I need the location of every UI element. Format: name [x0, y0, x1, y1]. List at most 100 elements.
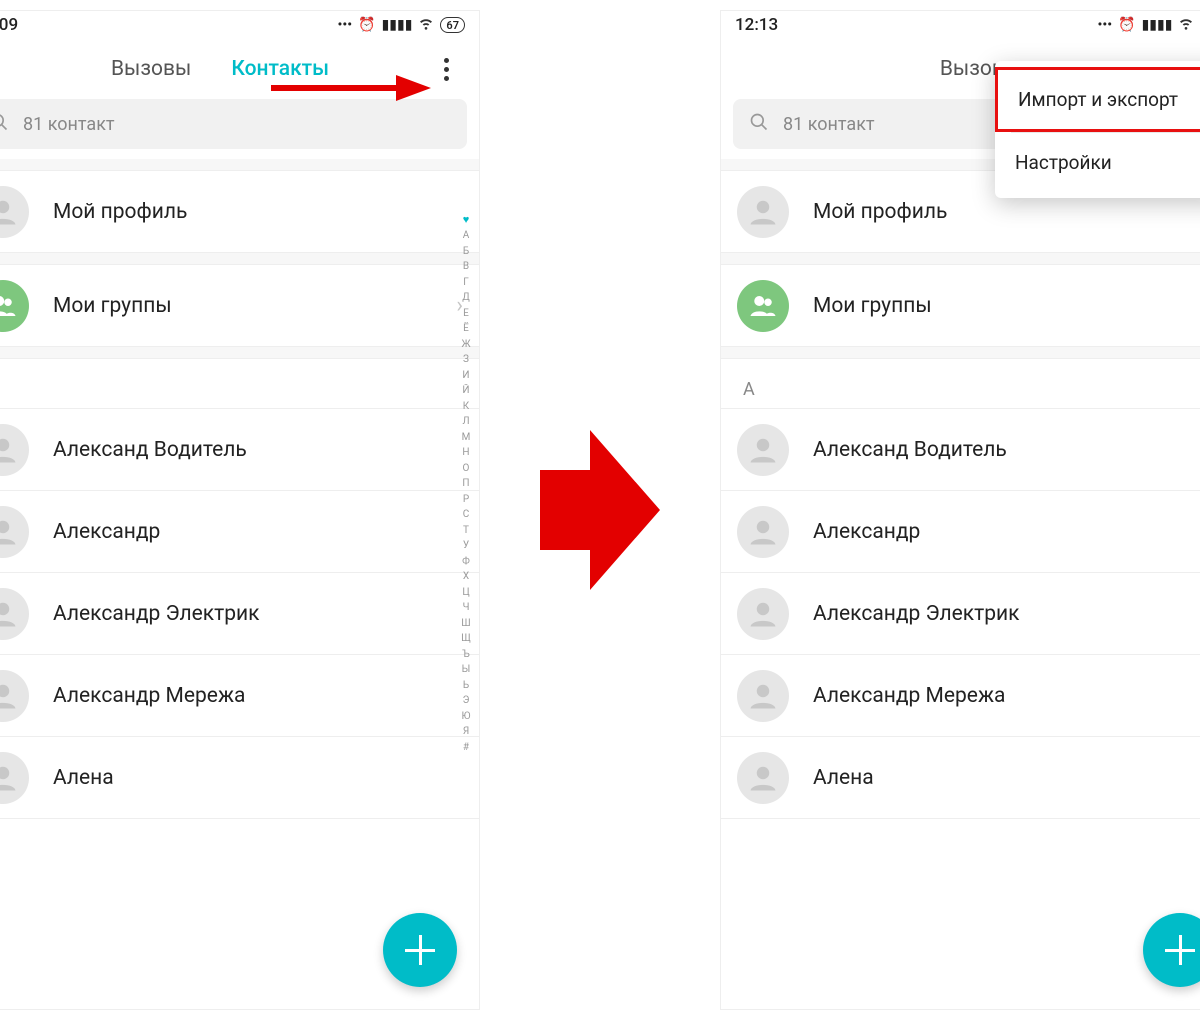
index-letter[interactable]: Э [463, 693, 470, 709]
phone-screen-left: 11:09 ••• ⏰ ▮▮▮▮ 67 Вызовы Контакты [0, 10, 480, 1010]
contact-row[interactable]: Александр [721, 491, 1200, 573]
avatar-profile [737, 186, 789, 238]
index-letter[interactable]: Я [463, 724, 469, 740]
search-bar[interactable]: 81 контакт [0, 99, 467, 149]
alarm-icon: ⏰ [1118, 17, 1135, 33]
wifi-icon [1178, 15, 1194, 35]
index-letter[interactable]: Р [463, 492, 469, 508]
index-letter[interactable]: Х [463, 569, 469, 585]
menu-settings[interactable]: Настройки [995, 133, 1200, 192]
divider-strip [0, 347, 479, 359]
my-groups-label: Мои группы [813, 294, 932, 318]
status-icons: ••• ⏰ ▮▮▮▮ 67 [337, 15, 465, 35]
overflow-menu: Импорт и экспорт Настройки [995, 61, 1200, 198]
index-letter[interactable]: Ф [462, 554, 470, 570]
index-letter[interactable]: Б [463, 244, 469, 260]
contact-name: Александ Водитель [53, 438, 247, 462]
index-letter[interactable]: Ч [463, 600, 470, 616]
contact-row[interactable]: Александр [0, 491, 479, 573]
avatar-profile [0, 186, 29, 238]
index-letter[interactable]: М [462, 430, 471, 446]
menu-import-export[interactable]: Импорт и экспорт [995, 67, 1200, 132]
contact-name: Александр Электрик [53, 602, 259, 626]
section-header: A [0, 359, 479, 409]
index-letter[interactable]: К [463, 399, 469, 415]
index-letter[interactable]: А [463, 228, 470, 244]
avatar-icon [0, 752, 29, 804]
index-letter[interactable]: Е [463, 306, 469, 322]
index-letter[interactable]: Л [462, 414, 469, 430]
index-letter[interactable]: # [463, 740, 469, 756]
groups-icon [737, 280, 789, 332]
dots-icon: ••• [1097, 17, 1112, 33]
status-time: 11:09 [0, 15, 18, 35]
index-letter[interactable]: Й [462, 383, 469, 399]
index-letter[interactable]: Г [463, 275, 469, 291]
avatar-icon [0, 506, 29, 558]
alpha-index-rail[interactable]: ♥ АБВГДЕЁЖЗИЙКЛМНОПРСТУФХЦЧШЩЪЫЬЭЮЯ# [457, 211, 475, 755]
index-letter[interactable]: Д [462, 290, 470, 306]
index-letter[interactable]: П [462, 476, 469, 492]
status-icons: ••• ⏰ ▮▮▮▮ 61 [1097, 15, 1200, 35]
annotation-arrow-big [540, 430, 660, 590]
my-groups-row[interactable]: Мои группы › [0, 265, 479, 347]
contact-name: Александр Мережа [813, 684, 1005, 708]
add-contact-fab[interactable] [1143, 913, 1200, 987]
index-letter[interactable]: Т [463, 523, 469, 539]
index-letter[interactable]: У [463, 538, 469, 554]
index-letter[interactable]: Ю [462, 709, 471, 725]
contact-row[interactable]: Александр Мережа [0, 655, 479, 737]
contact-row[interactable]: Александр Мережа [721, 655, 1200, 737]
search-placeholder: 81 контакт [783, 114, 875, 135]
heart-icon[interactable]: ♥ [463, 211, 470, 228]
index-letter[interactable]: С [463, 507, 470, 523]
contact-row[interactable]: Александр Электрик [721, 573, 1200, 655]
index-letter[interactable]: Ш [461, 616, 470, 632]
my-groups-row[interactable]: Мои группы › [721, 265, 1200, 347]
index-letter[interactable]: Ё [463, 321, 469, 337]
index-letter[interactable]: В [463, 259, 469, 275]
more-button[interactable] [431, 54, 461, 84]
index-letter[interactable]: Ц [462, 585, 469, 601]
contact-name: Александр Электрик [813, 602, 1019, 626]
tab-calls[interactable]: Вызовы [111, 57, 191, 81]
index-letter[interactable]: Ъ [462, 647, 470, 663]
tab-contacts[interactable]: Контакты [231, 57, 329, 81]
status-bar: 12:13 ••• ⏰ ▮▮▮▮ 61 [721, 11, 1200, 39]
index-letter[interactable]: Ж [461, 337, 470, 353]
index-letter[interactable]: Щ [461, 631, 471, 647]
phone-screen-right: 12:13 ••• ⏰ ▮▮▮▮ 61 Вызовы 81 контакт [720, 10, 1200, 1010]
contact-name: Александр [813, 520, 920, 544]
contact-row[interactable]: Александ Водитель [0, 409, 479, 491]
section-header: A [721, 359, 1200, 409]
contact-row[interactable]: Алена [721, 737, 1200, 819]
index-letter[interactable]: Ь [463, 678, 469, 694]
index-letter[interactable]: З [463, 352, 469, 368]
my-profile-row[interactable]: Мой профиль [0, 171, 479, 253]
contact-row[interactable]: Алена [0, 737, 479, 819]
divider-strip [0, 253, 479, 265]
contact-row[interactable]: Александ Водитель [721, 409, 1200, 491]
groups-icon [0, 280, 29, 332]
status-time: 12:13 [735, 15, 778, 35]
contact-name: Александр [53, 520, 160, 544]
my-profile-label: Мой профиль [53, 200, 187, 224]
avatar-icon [0, 588, 29, 640]
add-contact-fab[interactable] [383, 913, 457, 987]
divider-strip [721, 347, 1200, 359]
index-letter[interactable]: О [463, 461, 470, 477]
wifi-icon [418, 15, 434, 35]
alarm-icon: ⏰ [358, 17, 375, 33]
avatar-icon [737, 588, 789, 640]
contact-row[interactable]: Александр Электрик [0, 573, 479, 655]
index-letter[interactable]: И [462, 368, 469, 384]
contact-name: Алена [813, 766, 874, 790]
signal-icon: ▮▮▮▮ [382, 17, 413, 33]
avatar-icon [0, 424, 29, 476]
index-letter[interactable]: Н [462, 445, 469, 461]
my-profile-label: Мой профиль [813, 200, 947, 224]
my-groups-label: Мои группы [53, 294, 172, 318]
index-letter[interactable]: Ы [462, 662, 471, 678]
avatar-icon [737, 752, 789, 804]
dots-icon: ••• [337, 17, 352, 33]
